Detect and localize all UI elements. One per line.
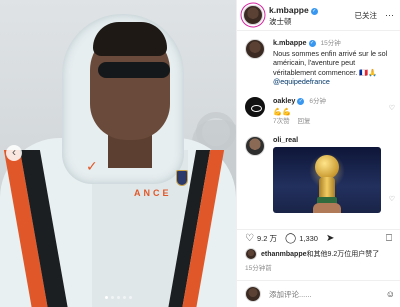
location[interactable]: 波士顿 xyxy=(269,16,355,27)
comment-button[interactable]: ◯ 1,330 xyxy=(284,232,318,244)
comment-meta: 7次赞 回复 xyxy=(273,117,385,127)
avatar[interactable] xyxy=(245,96,265,117)
comment-like-heart-icon[interactable]: ♡ xyxy=(389,195,395,203)
comment-count: 1,330 xyxy=(299,234,318,243)
save-button[interactable]: ⎕ xyxy=(386,232,395,244)
carousel-dot[interactable] xyxy=(116,296,120,299)
comment-time: 6分钟 xyxy=(309,97,327,105)
sunglasses xyxy=(98,62,170,78)
comment-likes[interactable]: 7次赞 xyxy=(273,118,290,125)
caption-username[interactable]: k.mbappe xyxy=(273,38,307,47)
caption-text: Nous sommes enfin arrivé sur le sol amér… xyxy=(273,48,388,77)
swoosh-logo: ✓ xyxy=(86,158,98,174)
carousel-dot[interactable] xyxy=(104,296,108,299)
reply-button[interactable]: 回复 xyxy=(297,118,310,125)
post-panel: k.mbappe ✓ 波士顿 已关注 ··· k.mbappe ✓ 15分钟 Nou… xyxy=(236,0,400,307)
carousel-dot[interactable] xyxy=(122,296,126,299)
comment-text: 💪💪 xyxy=(273,106,291,116)
post-photo[interactable]: ✓ ANCE ‹ xyxy=(0,0,236,307)
more-options-icon[interactable]: ··· xyxy=(385,10,394,20)
like-button[interactable]: ♡ 9.2 万 xyxy=(245,233,277,244)
caption-time: 15分钟 xyxy=(320,40,341,47)
mention-link[interactable]: @equipedefrance xyxy=(273,77,395,87)
post-time: 15分钟前 xyxy=(245,265,272,272)
comment-username[interactable]: oli_real xyxy=(273,135,298,144)
comment-like-heart-icon[interactable]: ♡ xyxy=(389,104,395,112)
comment-input[interactable] xyxy=(269,289,382,299)
likes-rest: 和其他9.2万位用户赞了 xyxy=(306,251,380,258)
comment-icon: ◯ xyxy=(284,232,297,244)
carousel-dot[interactable] xyxy=(128,296,132,299)
verified-badge-icon: ✓ xyxy=(297,97,305,105)
comment-item: oli_real ♡ xyxy=(245,135,395,214)
avatar[interactable] xyxy=(245,248,257,260)
liker-username[interactable]: ethanmbappe xyxy=(261,251,307,258)
heart-icon: ♡ xyxy=(245,232,254,244)
hand xyxy=(313,203,341,214)
comment-body: oli_real xyxy=(273,135,385,214)
avatar xyxy=(245,286,261,302)
avatar[interactable] xyxy=(243,5,263,25)
carousel-dot[interactable] xyxy=(110,296,114,299)
caption-body: k.mbappe ✓ 15分钟 Nous sommes enfin arrivé … xyxy=(273,38,395,87)
following-button[interactable]: 已关注 xyxy=(355,10,378,21)
share-icon: ➤ xyxy=(325,232,335,244)
team-crest-icon xyxy=(176,170,188,186)
trophy-image[interactable] xyxy=(273,147,381,214)
comment-username[interactable]: oakley xyxy=(273,96,295,105)
header-text: k.mbappe ✓ 波士顿 xyxy=(269,3,355,27)
carousel-dots xyxy=(0,296,236,299)
username[interactable]: k.mbappe xyxy=(269,5,309,15)
like-count: 9.2 万 xyxy=(256,234,277,243)
hair xyxy=(93,22,167,56)
add-comment-bar: ☺ xyxy=(237,280,400,307)
avatar[interactable] xyxy=(245,135,265,156)
comment-body: oakley ✓ 6分钟 💪💪 7次赞 回复 xyxy=(273,96,385,127)
bookmark-icon: ⎕ xyxy=(386,232,392,244)
avatar[interactable] xyxy=(245,39,265,59)
likes-summary[interactable]: ethanmbappe和其他9.2万位用户赞了 xyxy=(245,248,394,260)
action-bar: ♡ 9.2 万 ◯ 1,330 ➤ ⎕ xyxy=(237,229,400,247)
likes-text: ethanmbappe和其他9.2万位用户赞了 xyxy=(261,249,379,259)
comments-list[interactable]: k.mbappe ✓ 15分钟 Nous sommes enfin arrivé … xyxy=(237,32,400,228)
jersey-text: ANCE xyxy=(134,188,172,198)
comment-item: oakley ✓ 6分钟 💪💪 7次赞 回复 ♡ xyxy=(245,96,395,127)
emoji-icon[interactable]: ☺ xyxy=(386,289,395,299)
caption: k.mbappe ✓ 15分钟 Nous sommes enfin arrivé … xyxy=(245,38,395,87)
share-button[interactable]: ➤ xyxy=(325,232,337,244)
post-header: k.mbappe ✓ 波士顿 已关注 ··· xyxy=(237,0,400,31)
verified-badge-icon: ✓ xyxy=(310,8,318,15)
chevron-left-icon[interactable]: ‹ xyxy=(6,145,22,161)
verified-badge-icon: ✓ xyxy=(308,40,316,47)
